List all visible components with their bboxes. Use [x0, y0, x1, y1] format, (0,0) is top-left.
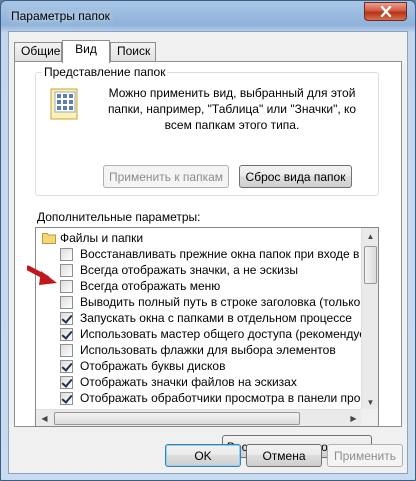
option-checkbox[interactable] [60, 264, 73, 277]
close-button[interactable] [364, 2, 407, 21]
option-checkbox[interactable] [60, 296, 73, 309]
tab-search[interactable]: Поиск [110, 42, 156, 61]
option-row[interactable]: Всегда отображать меню [36, 278, 362, 294]
option-label: Восстанавливать прежние окна папок при в… [80, 247, 362, 261]
option-row[interactable]: Всегда отображать значки, а не эскизы [36, 262, 362, 278]
folder-icon [42, 233, 56, 244]
option-checkbox[interactable] [60, 376, 73, 389]
horizontal-scroll-thumb[interactable] [54, 412, 300, 425]
tab-search-label: Поиск [117, 44, 151, 58]
cancel-button[interactable]: Отмена [246, 444, 322, 467]
view-tab-panel: Представление папок Можно применить вид,… [14, 61, 402, 458]
reset-folders-button[interactable]: Сброс вида папок [239, 165, 352, 188]
folder-view-icon [50, 88, 78, 120]
option-label: Отображать буквы дисков [80, 359, 226, 373]
folder-options-window: Параметры папок Общие Вид Поиск Представ… [0, 0, 416, 481]
option-row[interactable]: Запускать окна с папками в отдельном про… [36, 310, 362, 326]
tab-view-label: Вид [75, 42, 97, 56]
option-label: Использовать флажки для выбора элементов [80, 343, 336, 357]
option-checkbox[interactable] [60, 312, 73, 325]
option-row[interactable]: Отображать буквы дисков [36, 358, 362, 374]
folder-view-group: Представление папок Можно применить вид,… [35, 65, 379, 196]
option-row[interactable]: Отображать обработчики просмотра в панел… [36, 390, 362, 406]
option-checkbox[interactable] [60, 392, 73, 405]
tree-root-files-folders[interactable]: Файлы и папки [36, 230, 362, 246]
annotation-arrow-icon [27, 265, 57, 285]
option-label: Всегда отображать меню [80, 279, 221, 293]
option-checkbox[interactable] [60, 328, 73, 341]
advanced-settings-tree: Файлы и папки Восстанавливать прежние ок… [35, 227, 379, 427]
scrollbar-corner [361, 409, 378, 426]
option-label: Всегда отображать значки, а не эскизы [80, 263, 298, 277]
scroll-up-arrow-icon[interactable]: ▲ [362, 228, 378, 245]
window-title: Параметры папок [11, 9, 110, 23]
option-checkbox[interactable] [60, 360, 73, 373]
scroll-left-arrow-icon[interactable]: ◀ [36, 410, 53, 426]
option-label: Отображать обработчики просмотра в панел… [80, 391, 362, 405]
tab-general-label: Общие [21, 44, 61, 58]
close-icon [380, 6, 391, 17]
ok-button[interactable]: OK [165, 444, 241, 467]
apply-button[interactable]: Применить [327, 444, 403, 467]
vertical-scrollbar[interactable]: ▲ ▼ [361, 228, 378, 411]
folder-view-description: Можно применить вид, выбранный для этой … [107, 86, 357, 132]
option-label: Выводить полный путь в строке заголовка … [80, 295, 362, 309]
option-row[interactable]: Использовать мастер общего доступа (реко… [36, 326, 362, 342]
option-label: Использовать мастер общего доступа (реко… [80, 327, 362, 341]
option-row[interactable]: Восстанавливать прежние окна папок при в… [36, 246, 362, 262]
tab-general[interactable]: Общие [14, 42, 62, 61]
option-row[interactable]: Выводить полный путь в строке заголовка … [36, 294, 362, 310]
scroll-right-arrow-icon[interactable]: ▶ [345, 410, 362, 426]
option-label: Отображать значки файлов на эскизах [80, 375, 297, 389]
horizontal-scrollbar[interactable]: ◀ ▶ [36, 409, 362, 426]
option-checkbox[interactable] [60, 344, 73, 357]
option-checkbox[interactable] [60, 248, 73, 261]
tree-root-label: Файлы и папки [60, 231, 144, 245]
option-label: Запускать окна с папками в отдельном про… [80, 311, 352, 325]
folder-view-legend: Представление папок [42, 65, 168, 79]
dialog-client-area: Общие Вид Поиск Представление папок Можн… [8, 31, 408, 474]
vertical-scroll-thumb[interactable] [364, 246, 377, 284]
tab-view[interactable]: Вид [62, 40, 110, 63]
option-checkbox[interactable] [60, 280, 73, 293]
tree-rows: Файлы и папки Восстанавливать прежние ок… [36, 228, 362, 410]
advanced-settings-label: Дополнительные параметры: [37, 210, 201, 224]
apply-to-folders-button[interactable]: Применить к папкам [103, 165, 229, 188]
title-bar[interactable]: Параметры папок [1, 1, 415, 31]
option-row[interactable]: Использовать флажки для выбора элементов [36, 342, 362, 358]
option-row[interactable]: Отображать значки файлов на эскизах [36, 374, 362, 390]
